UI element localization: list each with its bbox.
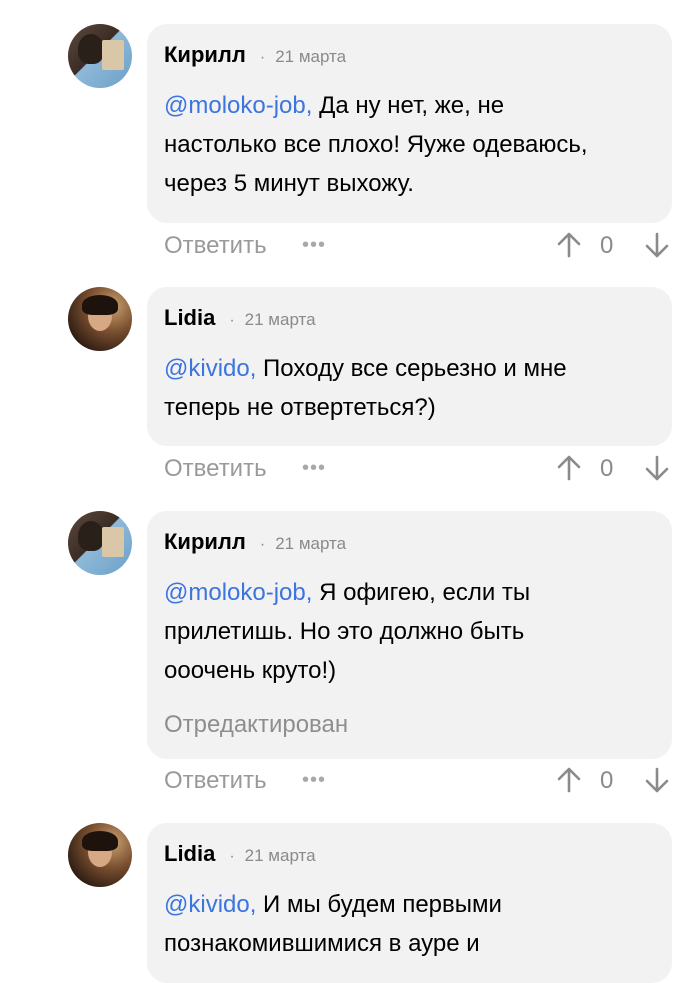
comment-line: Да ну нет, же, не (312, 92, 505, 119)
arrow-down-icon[interactable] (644, 230, 670, 260)
comment-actions: Ответить ••• 0 (164, 232, 674, 266)
comment-line: познакомившимися в ауре и (164, 930, 480, 957)
author-name[interactable]: Кирилл (164, 529, 246, 554)
comment-text: @moloko-job, Да ну нет, же, не настолько… (164, 86, 654, 203)
comment-header: Кирилл · 21 марта (164, 529, 346, 555)
author-name[interactable]: Lidia (164, 841, 215, 866)
mention-link[interactable]: @moloko-job, (164, 579, 312, 606)
arrow-down-icon[interactable] (644, 453, 670, 483)
arrow-up-icon[interactable] (556, 765, 582, 795)
comment-text: @kivido, И мы будем первыми познакомивши… (164, 885, 654, 963)
comment-bubble: Кирилл · 21 марта @moloko-job, Я офигею, е… (147, 511, 672, 759)
avatar[interactable] (68, 287, 132, 351)
reply-button[interactable]: Ответить (164, 455, 267, 483)
separator-dot: · (229, 848, 235, 865)
comment-line: теперь не отвертеться?) (164, 394, 436, 421)
comment-header: Кирилл · 21 марта (164, 42, 346, 68)
mention-link[interactable]: @kivido, (164, 891, 256, 918)
comment-date: 21 марта (244, 846, 316, 865)
reply-button[interactable]: Ответить (164, 232, 267, 260)
vote-count: 0 (600, 232, 614, 259)
comment-text: @moloko-job, Я офигею, если ты прилетишь… (164, 573, 654, 690)
vote-count: 0 (600, 455, 614, 482)
comment-header: Lidia · 21 марта (164, 305, 316, 331)
comment-bubble: Кирилл · 21 марта @moloko-job, Да ну нет, … (147, 24, 672, 223)
comment-date: 21 марта (244, 310, 316, 329)
arrow-up-icon[interactable] (556, 453, 582, 483)
mention-link[interactable]: @kivido, (164, 355, 256, 382)
more-dots-icon[interactable]: ••• (302, 234, 326, 257)
avatar[interactable] (68, 823, 132, 887)
comment-line: И мы будем первыми (256, 891, 502, 918)
comment-line: через 5 минут выхожу. (164, 170, 414, 197)
separator-dot: · (229, 312, 235, 329)
arrow-down-icon[interactable] (644, 765, 670, 795)
arrow-up-icon[interactable] (556, 230, 582, 260)
comment-bubble: Lidia · 21 марта @kivido, Походу все серье… (147, 287, 672, 446)
avatar[interactable] (68, 511, 132, 575)
mention-link[interactable]: @moloko-job, (164, 92, 312, 119)
author-name[interactable]: Кирилл (164, 42, 246, 67)
comment-line: ооочень круто!) (164, 657, 337, 684)
comment-line: прилетишь. Но это должно быть (164, 618, 525, 645)
vote-count: 0 (600, 767, 614, 794)
separator-dot: · (259, 49, 266, 66)
comment-bubble: Lidia · 21 марта @kivido, И мы будем первы… (147, 823, 672, 983)
comment-line: настолько все плохо! Яуже одеваюсь, (164, 131, 588, 158)
comment-date: 21 марта (275, 47, 347, 66)
avatar[interactable] (68, 24, 132, 88)
comment-date: 21 марта (275, 534, 347, 553)
comment-actions: Ответить ••• 0 (164, 767, 674, 801)
reply-button[interactable]: Ответить (164, 767, 267, 795)
comment-line: Я офигею, если ты (312, 579, 531, 606)
comment-line: Походу все серьезно и мне (256, 355, 567, 382)
comment-text: @kivido, Походу все серьезно и мне тепер… (164, 349, 654, 427)
author-name[interactable]: Lidia (164, 305, 215, 330)
comment-header: Lidia · 21 марта (164, 841, 316, 867)
more-dots-icon[interactable]: ••• (302, 769, 326, 792)
comment-actions: Ответить ••• 0 (164, 455, 674, 489)
edited-label: Отредактирован (164, 711, 349, 738)
separator-dot: · (259, 536, 266, 553)
more-dots-icon[interactable]: ••• (302, 457, 326, 480)
